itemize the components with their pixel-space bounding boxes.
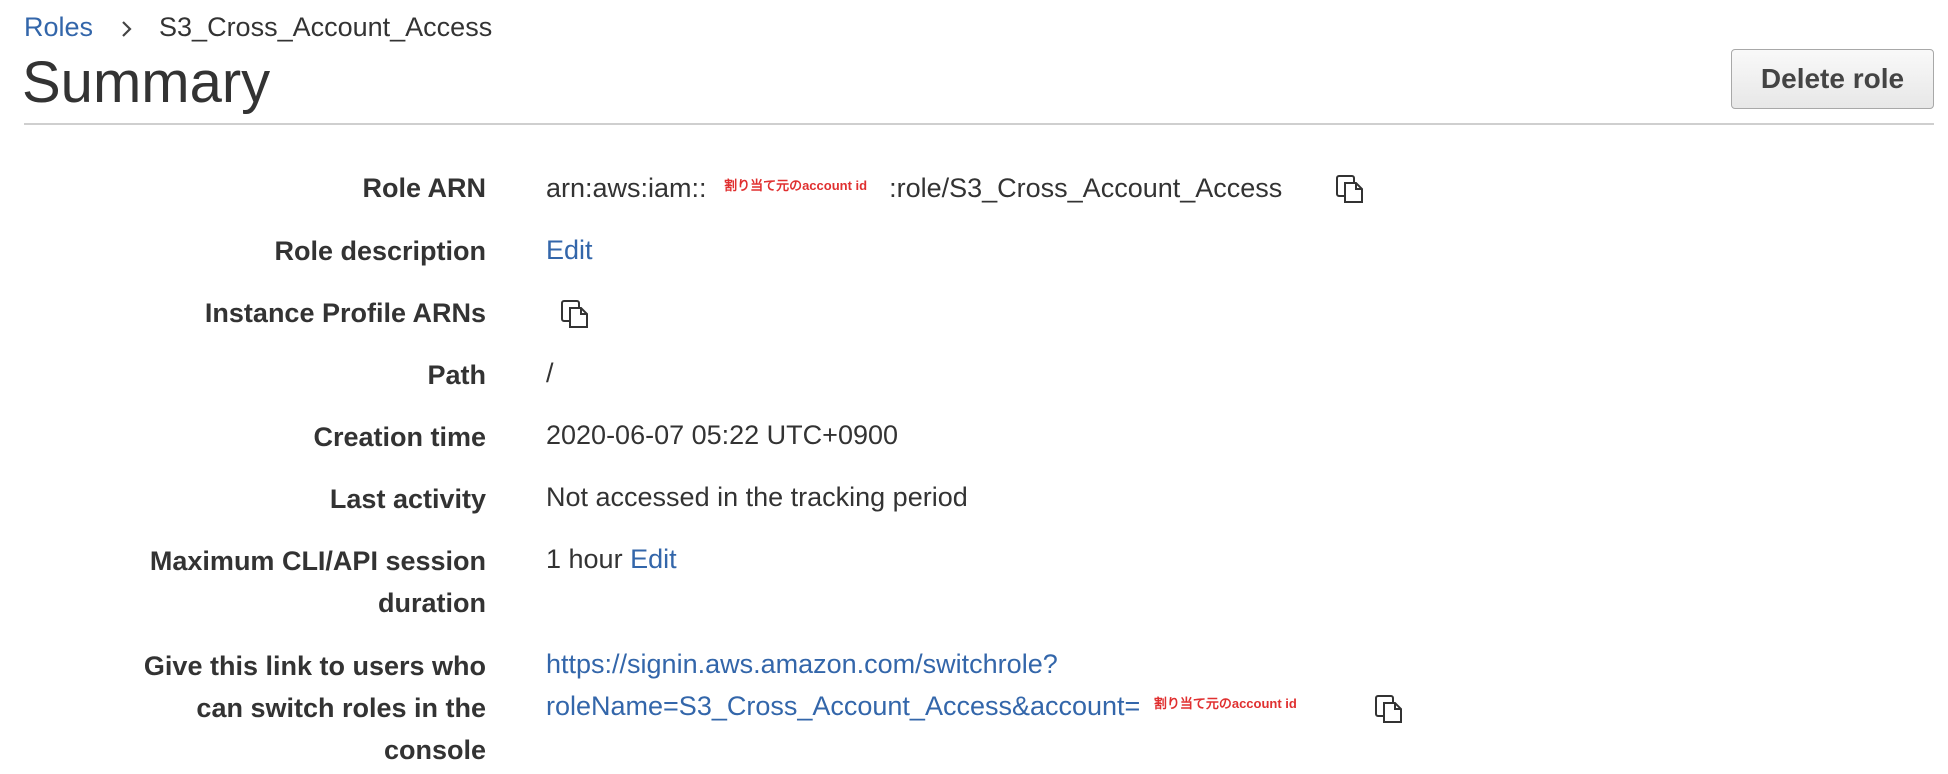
copy-icon[interactable] xyxy=(1372,692,1406,726)
switch-role-label-line1: Give this link to users who xyxy=(143,651,486,681)
role-description-edit-link[interactable]: Edit xyxy=(546,235,593,265)
page-title: Summary xyxy=(22,50,271,115)
copy-icon[interactable] xyxy=(1333,172,1367,206)
switch-role-url-line2[interactable]: roleName=S3_Cross_Account_Access&account… xyxy=(546,691,1140,721)
breadcrumb-current: S3_Cross_Account_Access xyxy=(159,12,493,42)
creation-time-value: 2020-06-07 05:22 UTC+0900 xyxy=(546,420,899,450)
role-arn-redacted-account: 割り当て元のaccount id xyxy=(724,177,868,193)
last-activity-label: Last activity xyxy=(329,484,486,514)
max-session-duration-label: Maximum CLI/API session duration xyxy=(150,540,486,624)
delete-role-button[interactable]: Delete role xyxy=(1731,49,1934,109)
breadcrumb: Roles S3_Cross_Account_Access xyxy=(24,10,492,44)
max-session-label-line2: duration xyxy=(378,588,486,618)
path-value: / xyxy=(546,358,554,388)
switch-role-label-line2: can switch roles in the xyxy=(196,693,486,723)
copy-icon[interactable] xyxy=(558,297,592,331)
chevron-right-icon xyxy=(115,15,139,39)
instance-profile-arns-label: Instance Profile ARNs xyxy=(204,298,486,328)
max-session-duration-value: 1 hour Edit xyxy=(546,538,677,580)
last-activity-value: Not accessed in the tracking period xyxy=(546,482,968,512)
creation-time-label: Creation time xyxy=(313,422,486,452)
switch-role-label-line3: console xyxy=(383,735,486,765)
role-description-value: Edit xyxy=(546,229,593,271)
role-arn-prefix: arn:aws:iam:: xyxy=(546,173,707,203)
role-description-label: Role description xyxy=(274,236,486,266)
max-session-edit-link[interactable]: Edit xyxy=(630,544,677,574)
switch-role-url-line1[interactable]: https://signin.aws.amazon.com/switchrole… xyxy=(546,649,1058,679)
switch-role-link-value: https://signin.aws.amazon.com/switchrole… xyxy=(546,643,1297,729)
max-session-label-line1: Maximum CLI/API session xyxy=(149,546,486,576)
max-session-value: 1 hour xyxy=(546,544,623,574)
header-divider xyxy=(24,123,1934,125)
role-arn-label: Role ARN xyxy=(362,173,486,203)
path-label: Path xyxy=(427,360,486,390)
switch-role-redacted-account: 割り当て元のaccount id xyxy=(1153,695,1297,711)
switch-role-link-label: Give this link to users who can switch r… xyxy=(144,645,486,771)
breadcrumb-roles-link[interactable]: Roles xyxy=(24,10,93,44)
role-arn-suffix: :role/S3_Cross_Account_Access xyxy=(889,173,1283,203)
role-arn-value: arn:aws:iam:: 割り当て元のaccount id :role/S3_C… xyxy=(546,167,1282,211)
